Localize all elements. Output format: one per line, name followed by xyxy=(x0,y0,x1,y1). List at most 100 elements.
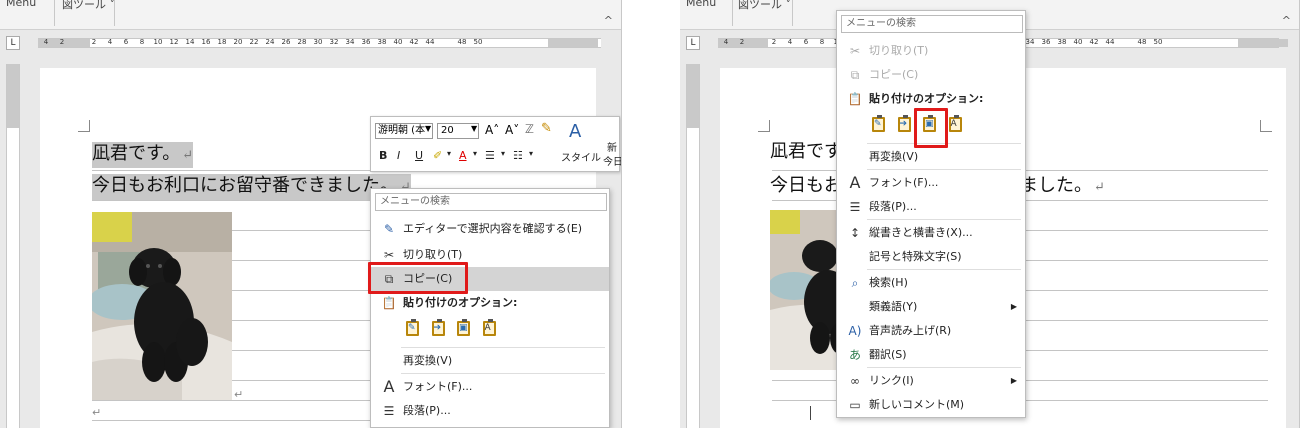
menu-item-synonyms[interactable]: 類義語(Y) ▶ xyxy=(837,295,1025,319)
menu-item-symbols[interactable]: 記号と特殊文字(S) xyxy=(837,245,1025,269)
ruler-number: 48 xyxy=(1137,38,1147,46)
ruler-number: 6 xyxy=(123,38,129,46)
menu-item-paste-options: 📋 貼り付けのオプション: xyxy=(371,291,609,315)
ruler-number: 20 xyxy=(233,38,243,46)
picture-tools-tab[interactable]: 図ツール ˅ xyxy=(738,0,791,12)
ruler-number: 42 xyxy=(409,38,419,46)
menu-item-paragraph[interactable]: ☰ 段落(P)... xyxy=(371,399,609,423)
doc-line-2-text: 今日もお利口にお留守番できました。 xyxy=(92,175,398,196)
menu-item-label: エディターで選択内容を確認する(E) xyxy=(403,222,583,235)
dog-photo-image xyxy=(92,212,232,400)
doc-line-1[interactable]: 凪君です。 ↵ xyxy=(92,142,194,168)
paragraph-mark: ↵ xyxy=(182,148,194,163)
doc-line-1[interactable]: 凪君です xyxy=(770,140,842,164)
paste-picture-icon[interactable]: ▣ xyxy=(454,317,474,337)
vertical-ruler[interactable] xyxy=(6,64,20,428)
new-comment-label[interactable]: 新 xyxy=(607,139,617,154)
comment-icon: ▭ xyxy=(849,398,861,412)
today-label: 今日 xyxy=(603,157,622,168)
menu-item-new-comment[interactable]: ▭ 新しいコメント(M) xyxy=(837,393,1025,417)
shrink-font-button[interactable]: A˅ xyxy=(505,123,519,137)
menu-item-search[interactable]: ⌕ 検索(H) xyxy=(837,271,1025,295)
paste-merge-format-icon[interactable]: ➔ xyxy=(895,113,915,133)
menu-item-font[interactable]: A フォント(F)... xyxy=(371,375,609,399)
doc-line-2[interactable]: 今日もお xyxy=(770,174,842,198)
styles-icon[interactable]: A xyxy=(569,121,581,142)
menu-divider xyxy=(867,219,1021,220)
ribbon-separator xyxy=(54,0,55,26)
menu-item-paragraph[interactable]: ☰ 段落(P)... xyxy=(837,195,1025,219)
chevron-down-icon[interactable]: ▾ xyxy=(473,149,477,158)
collapse-ribbon-icon[interactable]: ^ xyxy=(1282,14,1291,27)
menu-divider xyxy=(867,367,1021,368)
chevron-down-icon[interactable]: ▾ xyxy=(529,149,533,158)
menu-item-label: コピー(C) xyxy=(869,68,919,81)
vertical-ruler[interactable] xyxy=(686,64,700,428)
menu-item-label: 記号と特殊文字(S) xyxy=(869,250,962,263)
tab-selector[interactable]: L xyxy=(686,36,700,50)
doc-line-2-end[interactable]: ました。 ↵ xyxy=(1020,174,1105,200)
paste-text-only-icon[interactable]: A xyxy=(480,317,500,337)
search-icon: ⌕ xyxy=(851,276,859,290)
tab-selector[interactable]: L xyxy=(6,36,20,50)
numbering-icon[interactable]: ☷ xyxy=(513,149,523,162)
ruler-numbers: 4224681012141618202224262830323436384042… xyxy=(38,38,486,46)
chevron-down-icon[interactable]: ▾ xyxy=(501,149,505,158)
clear-formatting-icon[interactable]: ℤ xyxy=(525,122,534,136)
ruler-number: 50 xyxy=(1153,38,1163,46)
dog-photo[interactable] xyxy=(92,212,232,400)
font-color-icon[interactable]: A xyxy=(459,149,467,162)
ruler-number: 6 xyxy=(803,38,809,46)
menu-item-text-direction[interactable]: ↕ 縦書きと横書き(X)... xyxy=(837,221,1025,245)
menu-tab[interactable]: Menu ˅ xyxy=(686,0,725,9)
doc-line-2[interactable]: 今日もお利口にお留守番できました。↵ xyxy=(92,174,411,200)
menu-item-translate[interactable]: あ翻訳(S) xyxy=(837,343,1025,367)
format-painter-icon[interactable]: ✎ xyxy=(541,121,552,136)
grow-font-button[interactable]: A˄ xyxy=(485,123,499,137)
menu-item-label: 切り取り(T) xyxy=(869,44,929,57)
clipboard-icon: 📋 xyxy=(847,92,863,106)
paste-keep-source-icon[interactable]: ✎ xyxy=(403,317,423,337)
menu-item-read-aloud[interactable]: A) 音声読み上げ(R) xyxy=(837,319,1025,343)
bold-button[interactable]: B xyxy=(379,149,387,162)
ruler-number: 14 xyxy=(185,38,195,46)
paste-text-only-icon[interactable]: A xyxy=(946,113,966,133)
menu-search-input[interactable]: メニューの検索 xyxy=(841,15,1023,33)
paste-options-row: ✎ ➔ ▣ A xyxy=(403,317,502,345)
paste-keep-source-icon[interactable]: ✎ xyxy=(869,113,889,133)
menu-item-reconvert[interactable]: 再変換(V) xyxy=(837,145,1025,169)
menu-search-input[interactable]: メニューの検索 xyxy=(375,193,607,211)
horizontal-ruler[interactable]: L 42246810121416182022242628303234363840… xyxy=(0,34,621,52)
ruler-number: 32 xyxy=(329,38,339,46)
chevron-down-icon[interactable]: ▼ xyxy=(425,124,431,133)
menu-item-cut[interactable]: ✂ 切り取り(T) xyxy=(837,39,1025,63)
bullets-icon[interactable]: ☰ xyxy=(485,149,495,162)
underline-button[interactable]: U xyxy=(415,149,423,162)
chevron-down-icon[interactable]: ▾ xyxy=(447,149,451,158)
menu-tab[interactable]: Menu ˅ xyxy=(6,0,45,9)
chevron-down-icon[interactable]: ▼ xyxy=(471,124,477,133)
menu-item-label: 翻訳(S) xyxy=(869,348,907,361)
styles-label[interactable]: スタイル xyxy=(561,149,601,164)
collapse-ribbon-icon[interactable]: ^ xyxy=(604,14,613,27)
menu-item-link[interactable]: ∞ リンク(I) ▶ xyxy=(837,369,1025,393)
menu-item-reconvert[interactable]: 再変換(V) xyxy=(371,349,609,373)
menu-item-label: 段落(P)... xyxy=(869,200,917,213)
ruler-number: 44 xyxy=(425,38,435,46)
menu-item-editor[interactable]: ✎ エディターで選択内容を確認する(E) xyxy=(371,217,609,241)
doc-line-2-text: 今日もお xyxy=(770,175,842,196)
menu-item-label: 類義語(Y) xyxy=(869,300,918,313)
picture-tools-tab[interactable]: 図ツール ˅ xyxy=(62,0,115,12)
ruler-number: 16 xyxy=(201,38,211,46)
highlight-color-icon[interactable]: ✐ xyxy=(433,149,442,162)
paste-merge-format-icon[interactable]: ➔ xyxy=(429,317,449,337)
ruler-number: 28 xyxy=(297,38,307,46)
menu-item-copy[interactable]: ⧉ コピー(C) xyxy=(837,63,1025,87)
ruler-number: 24 xyxy=(265,38,275,46)
ruler-bar[interactable]: 4224681012141618202224262830323436384042… xyxy=(38,38,601,48)
menu-item-font[interactable]: A フォント(F)... xyxy=(837,171,1025,195)
ruler-number: 38 xyxy=(1057,38,1067,46)
italic-button[interactable]: I xyxy=(397,149,400,162)
vruler-margin xyxy=(7,64,19,128)
read-aloud-icon: A) xyxy=(848,324,862,338)
